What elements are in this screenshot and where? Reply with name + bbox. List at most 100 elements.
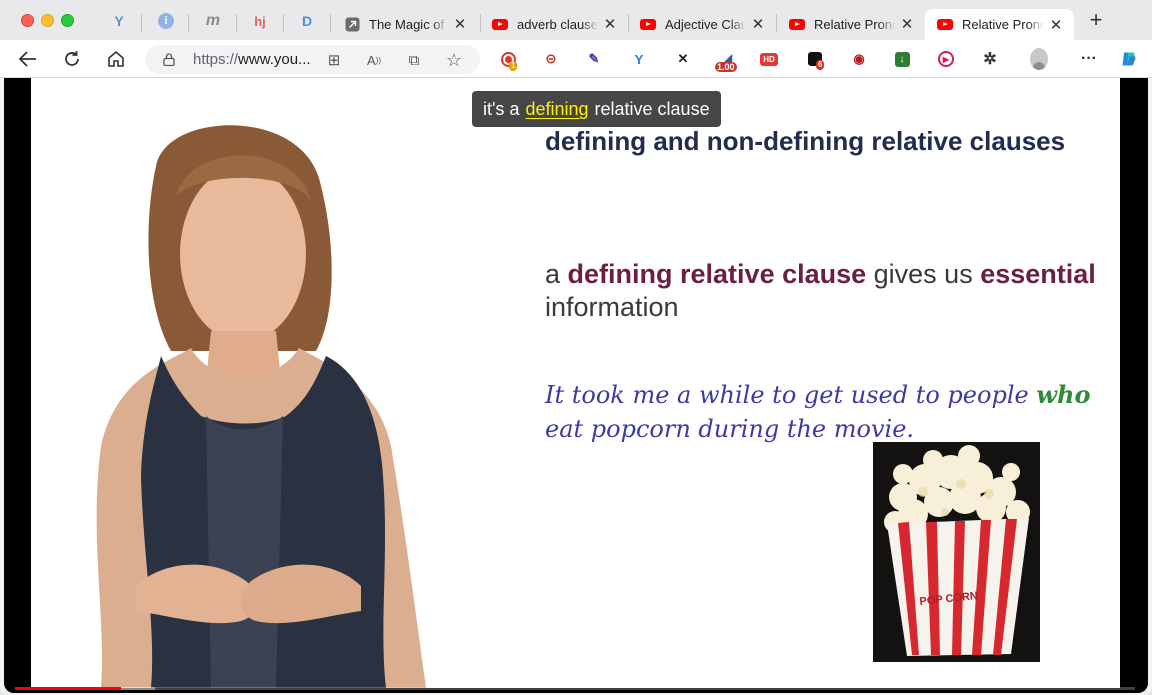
ext-badge: 6 <box>816 60 825 70</box>
play-ext-button[interactable]: ▶ <box>937 50 955 68</box>
shuffle-ext-button[interactable]: ✕ <box>674 50 692 68</box>
video-caption: it's a defining relative clause <box>472 91 721 127</box>
presenter-image <box>96 125 427 688</box>
youtube-icon <box>789 16 805 32</box>
home-icon <box>108 50 124 67</box>
url-host: www.you... <box>238 51 311 68</box>
reload-button[interactable] <box>62 49 82 69</box>
search-ext-button[interactable]: ⊝ <box>542 50 560 68</box>
play-ext-icon: ▶ <box>938 51 954 67</box>
close-tab-icon[interactable]: ✕ <box>899 15 915 33</box>
ext-badge: 1 <box>509 61 518 71</box>
copilot-button[interactable] <box>1120 50 1138 68</box>
example-text: eat popcorn during the movie. <box>545 415 915 443</box>
tab-title: Relative Prono <box>962 17 1044 32</box>
definition-emphasis: defining relative clause <box>567 259 867 289</box>
lock-icon[interactable] <box>163 53 175 66</box>
arrow-tab-icon <box>344 16 360 32</box>
youtube-icon <box>640 16 656 32</box>
tab-strip: Y i m hj D The Magic of R ✕ adverb cl <box>0 0 1152 40</box>
address-bar[interactable]: https://www.you... ⊞ A)) ⧉ ☆ <box>145 45 480 74</box>
favorite-star-icon[interactable]: ☆ <box>445 50 463 70</box>
tab-separator <box>283 14 284 32</box>
profile-button[interactable] <box>1030 48 1048 70</box>
tab-relative-pronoun-active[interactable]: Relative Prono ✕ <box>925 9 1074 40</box>
close-tab-icon[interactable]: ✕ <box>750 15 766 33</box>
extensions-button[interactable]: ✲ <box>981 50 999 68</box>
notes-ext-button[interactable]: ✎ <box>585 50 603 68</box>
box-ext-button[interactable]: 6 <box>806 50 825 70</box>
youtube-icon <box>937 17 953 33</box>
tab-title: Relative Prono <box>814 16 895 32</box>
youtube-icon <box>492 16 508 32</box>
definition-text: gives us <box>866 259 981 289</box>
definition-text: information <box>545 292 679 322</box>
back-button[interactable] <box>18 49 38 69</box>
m-icon: m <box>205 12 221 29</box>
avatar <box>1030 48 1048 70</box>
url-text[interactable]: https://www.you... <box>193 51 311 68</box>
reload-icon <box>65 51 79 66</box>
tab-adverb-clause[interactable]: adverb clause ✕ <box>480 9 628 39</box>
shuffle-ext-icon: ✕ <box>677 51 689 66</box>
read-aloud-icon[interactable]: A)) <box>365 51 383 69</box>
vee-icon: Y <box>114 13 124 29</box>
video-ext-button[interactable]: ◉ <box>850 50 868 68</box>
video-ext-icon: ◉ <box>853 51 865 66</box>
progress-played <box>15 687 122 690</box>
pinned-tab-info[interactable]: i <box>157 12 175 30</box>
close-tab-icon[interactable]: ✕ <box>602 15 618 33</box>
back-arrow-icon <box>19 51 36 67</box>
puzzle-icon: ✲ <box>983 51 997 68</box>
hd-ext-button[interactable]: HD <box>760 50 778 68</box>
speed-ext-button[interactable]: ◢ 1.00 <box>715 50 737 72</box>
tab-separator <box>141 14 142 32</box>
tab-title: adverb clause <box>517 16 598 32</box>
popcorn-image: POP CORN <box>873 442 1040 662</box>
caption-text: relative clause <box>594 99 710 119</box>
more-menu-button[interactable]: ··· <box>1080 50 1098 68</box>
slide-heading: defining and non-defining relative claus… <box>545 126 1066 156</box>
vee-ext-button[interactable]: Y <box>630 50 648 68</box>
vee-ext-icon: Y <box>634 51 644 67</box>
definition-text: a <box>545 259 568 289</box>
video-slide: it's a defining relative clause defining a… <box>31 78 1120 688</box>
tab-separator <box>330 14 331 32</box>
media-cast-icon[interactable]: ⧉ <box>405 51 423 69</box>
url-scheme: https:// <box>193 51 239 68</box>
download-ext-button[interactable]: ↓ <box>893 50 911 68</box>
minimize-window-button[interactable] <box>41 14 54 27</box>
zoom-window-button[interactable] <box>61 14 74 27</box>
browser-window: Y i m hj D The Magic of R ✕ adverb cl <box>0 0 1152 695</box>
ext-badge: 1.00 <box>715 62 737 72</box>
caption-text: it's a <box>483 99 520 119</box>
pinned-tab-hj[interactable]: hj <box>251 12 269 30</box>
record-ext-button[interactable]: 1 <box>499 50 518 71</box>
tab-title: Adjective Clau <box>665 16 746 32</box>
progress-buffered <box>121 687 155 690</box>
tab-adjective-clause[interactable]: Adjective Clau ✕ <box>628 9 776 39</box>
hj-icon: hj <box>254 13 266 29</box>
close-tab-icon[interactable]: ✕ <box>452 15 468 33</box>
example-keyword: who <box>1036 380 1091 409</box>
video-player[interactable]: it's a defining relative clause defining a… <box>4 78 1148 693</box>
new-tab-button[interactable]: + <box>1086 9 1106 31</box>
pinned-tab-d[interactable]: D <box>298 12 316 30</box>
notes-ext-icon: ✎ <box>588 51 600 66</box>
pinned-tab-m[interactable]: m <box>204 12 222 30</box>
close-tab-icon[interactable]: ✕ <box>1048 16 1064 34</box>
slide-example-sentence: It took me a while to get used to people… <box>545 378 1105 446</box>
tab-relative-pronoun[interactable]: Relative Prono ✕ <box>777 9 925 39</box>
more-icon: ··· <box>1081 50 1097 67</box>
close-window-button[interactable] <box>21 14 34 27</box>
pinned-tab-vee[interactable]: Y <box>110 12 128 30</box>
info-icon: i <box>158 13 174 29</box>
video-progress-bar[interactable] <box>15 687 1135 690</box>
tab-magic-of-r[interactable]: The Magic of R ✕ <box>332 9 478 39</box>
apps-icon[interactable]: ⊞ <box>325 51 343 69</box>
tab-separator <box>188 14 189 32</box>
definition-emphasis: essential <box>980 259 1096 289</box>
browser-toolbar: https://www.you... ⊞ A)) ⧉ ☆ 1 ⊝ ✎ Y ✕ ◢… <box>0 40 1152 78</box>
home-button[interactable] <box>106 49 126 69</box>
tab-title: The Magic of R <box>369 16 448 32</box>
